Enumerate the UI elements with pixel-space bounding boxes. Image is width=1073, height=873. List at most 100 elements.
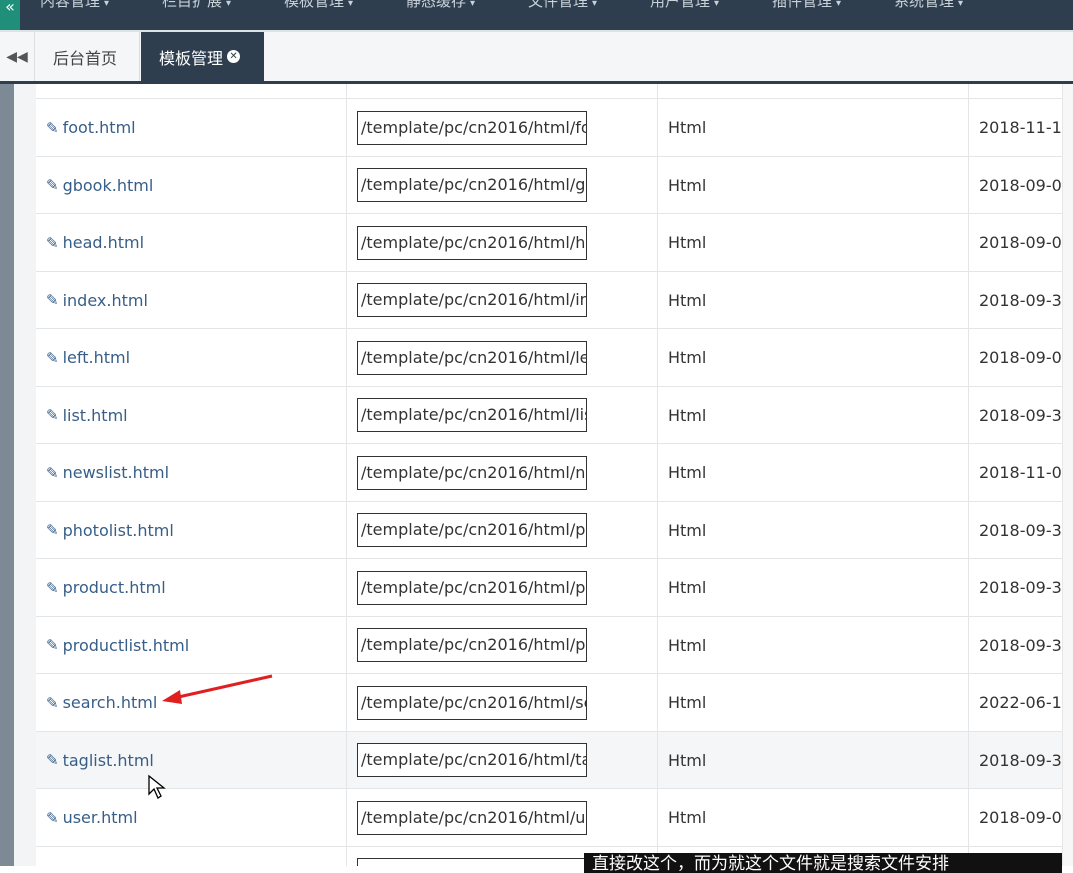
annotation-arrow xyxy=(162,674,273,704)
file-path-field[interactable]: /template/pc/cn2016/html/product.html xyxy=(357,570,587,605)
nav-item-plugins[interactable]: 插件管理 ▾ xyxy=(772,0,841,11)
file-type-cell: Html xyxy=(658,386,969,444)
edit-icon[interactable]: ✎ xyxy=(46,464,59,482)
file-path-field[interactable]: /template/pc/cn2016/html/head.html xyxy=(357,225,587,260)
edit-icon[interactable]: ✎ xyxy=(46,579,59,597)
file-date-cell: 2018-09-30 xyxy=(979,750,1072,770)
file-path-cell: /template/pc/cn2016/html/gbook.html xyxy=(347,156,658,214)
file-path-cell: /template/pc/cn2016/html/user.html xyxy=(347,789,658,846)
file-type-cell: Html xyxy=(658,444,969,501)
file-name-link[interactable]: user.html xyxy=(63,808,138,827)
edit-icon[interactable]: ✎ xyxy=(46,809,59,827)
file-path-field[interactable]: /template/pc/cn2016/html/index.html xyxy=(357,283,587,317)
menu-toggle-icon[interactable]: « xyxy=(0,0,20,30)
edit-icon[interactable]: ✎ xyxy=(46,521,59,539)
file-type-cell: Html xyxy=(658,99,969,156)
nav-item-template[interactable]: 模板管理 ▾ xyxy=(284,0,353,11)
table-row: ✎ newslist.html/template/pc/cn2016/html/n… xyxy=(36,443,1073,501)
file-path-cell: /template/pc/cn2016/html/taglist.html xyxy=(347,731,658,789)
file-path-field[interactable]: /template/pc/cn2016/html/photolist.html xyxy=(357,513,587,547)
edit-icon[interactable]: ✎ xyxy=(46,751,59,769)
video-subtitle: 直接改这个，而为就这个文件就是搜索文件安排 xyxy=(584,853,1062,873)
scrollbar[interactable] xyxy=(1062,84,1073,866)
file-name-link[interactable]: list.html xyxy=(63,406,128,425)
nav-item-system[interactable]: 系统管理 ▾ xyxy=(894,0,963,11)
file-date-cell: 2018-11-05 xyxy=(979,463,1072,482)
table-row: ✎gbook.html/template/pc/cn2016/html/gboo… xyxy=(36,155,1073,214)
file-name-cell: ✎ index.html xyxy=(36,271,347,329)
file-path-field[interactable]: /template/pc/cn2016/html/newslist.html xyxy=(357,455,587,490)
file-path-cell: /template/pc/cn2016/html/head.html xyxy=(347,214,658,271)
file-name-link[interactable]: foot.html xyxy=(63,118,136,137)
file-type-cell: Html xyxy=(658,214,969,271)
file-name-link[interactable]: left.html xyxy=(63,348,130,367)
file-date-cell: 2018-09-30 xyxy=(979,520,1072,540)
table-row: ✎ productlist.html/template/pc/cn2016/htm… xyxy=(36,615,1073,674)
table-row: ✎ photolist.html/template/pc/cn2016/html/… xyxy=(36,500,1073,559)
file-path-field[interactable]: /template/pc/cn2016/html/productlist.htm… xyxy=(357,628,587,662)
file-name-link[interactable]: search.html xyxy=(63,693,158,712)
file-type-cell: Html xyxy=(658,329,969,386)
nav-item-static-cache[interactable]: 静态缓存 ▾ xyxy=(406,0,475,11)
edit-icon[interactable]: ✎ xyxy=(46,291,59,309)
file-name-link[interactable]: index.html xyxy=(63,291,148,310)
file-type-cell: Html xyxy=(658,559,969,616)
file-path-field[interactable]: /template/pc/cn2016/html/left.html xyxy=(357,340,587,375)
edit-icon[interactable]: ✎ xyxy=(46,119,59,137)
edit-icon[interactable]: ✎ xyxy=(46,234,59,252)
file-name-cell: ✎ user.html xyxy=(36,789,347,846)
file-name-cell: ✎ newslist.html xyxy=(36,444,347,501)
tab-scroll-left-button[interactable]: ◀◀ xyxy=(0,32,35,81)
table-row: ✎left.html/template/pc/cn2016/html/left.… xyxy=(36,328,1073,386)
file-path-field[interactable]: /template/pc/cn2016/html/list.html xyxy=(357,398,587,432)
file-name-cell: ✎ foot.html xyxy=(36,99,347,156)
table-row: ✎head.html/template/pc/cn2016/html/head.… xyxy=(36,213,1073,271)
tab-bar: ◀◀ 后台首页 模板管理 ✕ xyxy=(0,32,1073,81)
file-date-cell: 2018-09-09 xyxy=(979,175,1072,195)
file-path-field[interactable]: /template/pc/cn2016/html/taglist.html xyxy=(357,743,587,777)
edit-icon[interactable]: ✎ xyxy=(46,176,59,194)
edit-icon[interactable]: ✎ xyxy=(46,406,59,424)
file-path-field[interactable]: /template/pc/cn2016/html/search.html xyxy=(357,685,587,720)
file-path-cell: /template/pc/cn2016/html/newslist.html xyxy=(347,444,658,501)
nav-item-column-ext[interactable]: 栏目扩展 ▾ xyxy=(162,0,231,11)
edit-icon[interactable]: ✎ xyxy=(46,694,59,712)
edit-icon[interactable]: ✎ xyxy=(46,636,59,654)
nav-item-content[interactable]: 内容管理 ▾ xyxy=(40,0,109,11)
file-path-cell: /template/pc/cn2016/html/productlist.htm… xyxy=(347,616,658,674)
file-type-cell: Html xyxy=(658,271,969,329)
file-name-cell: ✎ product.html xyxy=(36,559,347,616)
table-row: ✎user.html/template/pc/cn2016/html/user.… xyxy=(36,788,1073,846)
table-row: ✎foot.html/template/pc/cn2016/html/foot.… xyxy=(36,98,1073,156)
file-path-field[interactable]: /template/pc/cn2016/html/gbook.html xyxy=(357,168,587,202)
file-name-link[interactable]: head.html xyxy=(63,233,144,252)
file-name-link[interactable]: productlist.html xyxy=(63,636,190,655)
file-name-link[interactable]: product.html xyxy=(63,578,166,597)
file-date-cell: 2018-09-09 xyxy=(979,233,1072,252)
file-type-cell: Html xyxy=(658,501,969,559)
close-icon[interactable]: ✕ xyxy=(227,50,241,63)
file-name-link[interactable]: taglist.html xyxy=(63,751,154,770)
file-path-field[interactable]: /template/pc/cn2016/html/user.html xyxy=(357,800,587,835)
nav-item-users[interactable]: 用户管理 ▾ xyxy=(650,0,719,11)
file-date-cell: 2018-09-30 xyxy=(979,635,1072,655)
file-name-link[interactable]: gbook.html xyxy=(63,176,154,195)
file-name-cell: ✎ list.html xyxy=(36,386,347,444)
file-name-cell: ✎ photolist.html xyxy=(36,501,347,559)
top-navigation-bar: « 内容管理 ▾ 栏目扩展 ▾ 模板管理 ▾ 静态缓存 ▾ 文件管理 ▾ 用户管理 ▾ 插件… xyxy=(0,0,1073,30)
tab-home[interactable]: 后台首页 xyxy=(35,32,140,81)
file-name-link[interactable]: photolist.html xyxy=(63,521,174,540)
file-date-cell: 2018-09-30 xyxy=(979,578,1072,597)
file-name-cell: ✎ productlist.html xyxy=(36,616,347,674)
file-date-cell: 2018-09-09 xyxy=(979,348,1072,367)
edit-icon[interactable]: ✎ xyxy=(46,349,59,367)
tab-template-management[interactable]: 模板管理 ✕ xyxy=(141,32,264,81)
file-path-field[interactable]: /template/pc/cn2016/html/foot.html xyxy=(357,110,587,145)
file-date-cell: 2018-09-30 xyxy=(979,405,1072,425)
file-type-cell: Html xyxy=(658,616,969,674)
file-type-cell: Html xyxy=(658,789,969,846)
sidebar-edge xyxy=(0,84,14,866)
file-name-link[interactable]: newslist.html xyxy=(63,463,169,482)
file-name-cell: ✎ head.html xyxy=(36,214,347,271)
nav-item-files[interactable]: 文件管理 ▾ xyxy=(528,0,597,11)
